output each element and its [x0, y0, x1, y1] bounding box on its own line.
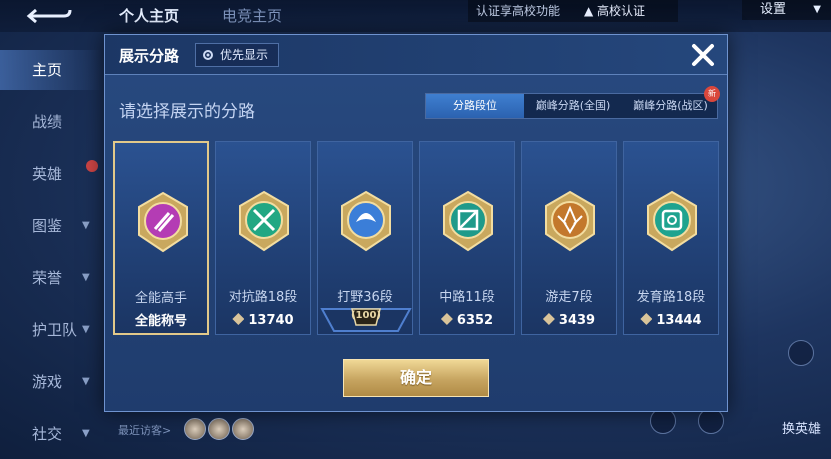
- sidebar-item-label: 主页: [32, 61, 63, 79]
- modal-header: 展示分路 优先显示: [105, 35, 727, 75]
- chevron-down-icon: ▼: [82, 272, 90, 283]
- sidebar-item-guard[interactable]: 护卫队 ▼: [0, 310, 104, 350]
- notification-dot: [86, 160, 98, 172]
- lane-name: 打野36段: [337, 290, 393, 305]
- cert-badge: ▲ 高校认证: [584, 4, 646, 18]
- sidebar-item-game[interactable]: 游戏 ▼: [0, 362, 104, 402]
- top-lane-emblem-icon: [239, 190, 289, 252]
- sidebar-item-label: 荣誉: [32, 269, 63, 287]
- lane-type-tabs: 分路段位 巅峰分路(全国) 巅峰分路(战区) 新: [425, 86, 720, 119]
- lane-name: 中路11段: [439, 290, 495, 305]
- sidebar-item-atlas[interactable]: 图鉴 ▼: [0, 206, 104, 246]
- score-icon: [542, 313, 555, 325]
- tab-personal-home[interactable]: 个人主页: [119, 5, 179, 26]
- lane-card-top[interactable]: 对抗路18段 13740: [215, 141, 311, 335]
- lane-name: 全能高手: [134, 291, 187, 306]
- lane-name: 游走7段: [545, 290, 593, 305]
- lane-score: 6352: [420, 310, 514, 332]
- lane-card-all-round[interactable]: 全能高手 全能称号: [113, 141, 209, 335]
- select-lane-prompt: 请选择展示的分路: [119, 102, 255, 122]
- sidebar-item-honor[interactable]: 荣誉 ▼: [0, 258, 104, 298]
- hero-icon[interactable]: [788, 340, 814, 366]
- lane-card-bottom[interactable]: 发育路18段 13444: [623, 141, 719, 335]
- chevron-down-icon: ▼: [813, 4, 821, 15]
- lane-subtitle: 全能称号: [134, 314, 187, 329]
- avatar[interactable]: [184, 418, 206, 440]
- chevron-down-icon: ▼: [82, 324, 90, 335]
- recent-visitors-link[interactable]: 最近访客>: [118, 422, 171, 438]
- sidebar-item-home[interactable]: 主页: [0, 50, 104, 90]
- level-value: (100): [350, 310, 381, 321]
- cert-text: 认证享高校功能: [476, 4, 561, 18]
- score-icon: [640, 313, 653, 325]
- swap-hero-button[interactable]: 换英雄: [782, 418, 821, 437]
- tab-esports-home[interactable]: 电竞主页: [222, 5, 282, 26]
- tab-lane-rank[interactable]: 分路段位: [426, 94, 524, 118]
- back-arrow-icon[interactable]: [26, 6, 72, 26]
- top-bar: 个人主页 电竞主页 认证享高校功能 ▲ 高校认证 设置 ▼: [0, 0, 831, 32]
- lane-card-jungle[interactable]: 打野36段 (100): [317, 141, 413, 335]
- avatar[interactable]: [232, 418, 254, 440]
- all-round-emblem-icon: [138, 191, 188, 253]
- jungle-emblem-icon: [341, 190, 391, 252]
- roam-emblem-icon: [545, 190, 595, 252]
- campus-cert-link[interactable]: 认证享高校功能 ▲ 高校认证: [468, 0, 678, 22]
- priority-label: 优先显示: [220, 48, 269, 62]
- sidebar-item-label: 英雄: [32, 165, 63, 183]
- chevron-down-icon: ▼: [82, 376, 90, 387]
- lane-score: 3439: [522, 310, 616, 332]
- lane-score: 13740: [216, 310, 310, 332]
- sidebar-item-label: 游戏: [32, 373, 63, 391]
- lane-name: 对抗路18段: [228, 290, 298, 305]
- score-icon: [232, 313, 245, 325]
- close-icon[interactable]: [689, 41, 717, 69]
- lane-card-mid[interactable]: 中路11段 6352: [419, 141, 515, 335]
- lane-display-modal: 展示分路 优先显示 请选择展示的分路 分路段位 巅峰分路(全国) 巅峰分路(战区…: [104, 34, 728, 412]
- confirm-button[interactable]: 确定: [343, 359, 489, 397]
- settings-label: 设置: [760, 2, 787, 17]
- lane-card-roam[interactable]: 游走7段 3439: [521, 141, 617, 335]
- sidebar-item-record[interactable]: 战绩: [0, 102, 104, 142]
- chevron-down-icon: ▼: [82, 220, 90, 231]
- priority-display-button[interactable]: 优先显示: [195, 43, 279, 67]
- chevron-down-icon: ▼: [82, 428, 90, 439]
- gear-icon: [203, 50, 213, 60]
- sidebar-item-label: 图鉴: [32, 217, 63, 235]
- level-badge: (100): [320, 305, 412, 333]
- sidebar-item-social[interactable]: 社交 ▼: [0, 414, 104, 454]
- score-icon: [440, 313, 453, 325]
- sidebar-item-heroes[interactable]: 英雄: [0, 154, 104, 194]
- lane-score: 13444: [624, 310, 718, 332]
- mid-lane-emblem-icon: [443, 190, 493, 252]
- modal-title: 展示分路: [119, 47, 180, 65]
- new-badge: 新: [704, 86, 720, 102]
- avatar[interactable]: [208, 418, 230, 440]
- bottom-lane-emblem-icon: [647, 190, 697, 252]
- sidebar-item-label: 护卫队: [32, 321, 78, 339]
- tab-peak-national[interactable]: 巅峰分路(全国): [524, 94, 622, 118]
- lane-cards: 全能高手 全能称号 对抗路18段 13740 打野36段 (100) 中路11段…: [113, 141, 723, 335]
- settings-button[interactable]: 设置 ▼: [742, 0, 831, 20]
- side-nav: 主页 战绩 英雄 图鉴 ▼ 荣誉 ▼ 护卫队 ▼ 游戏 ▼ 社交 ▼: [0, 40, 104, 459]
- sidebar-item-label: 社交: [32, 425, 63, 443]
- sidebar-item-label: 战绩: [32, 113, 63, 131]
- lane-name: 发育路18段: [636, 290, 706, 305]
